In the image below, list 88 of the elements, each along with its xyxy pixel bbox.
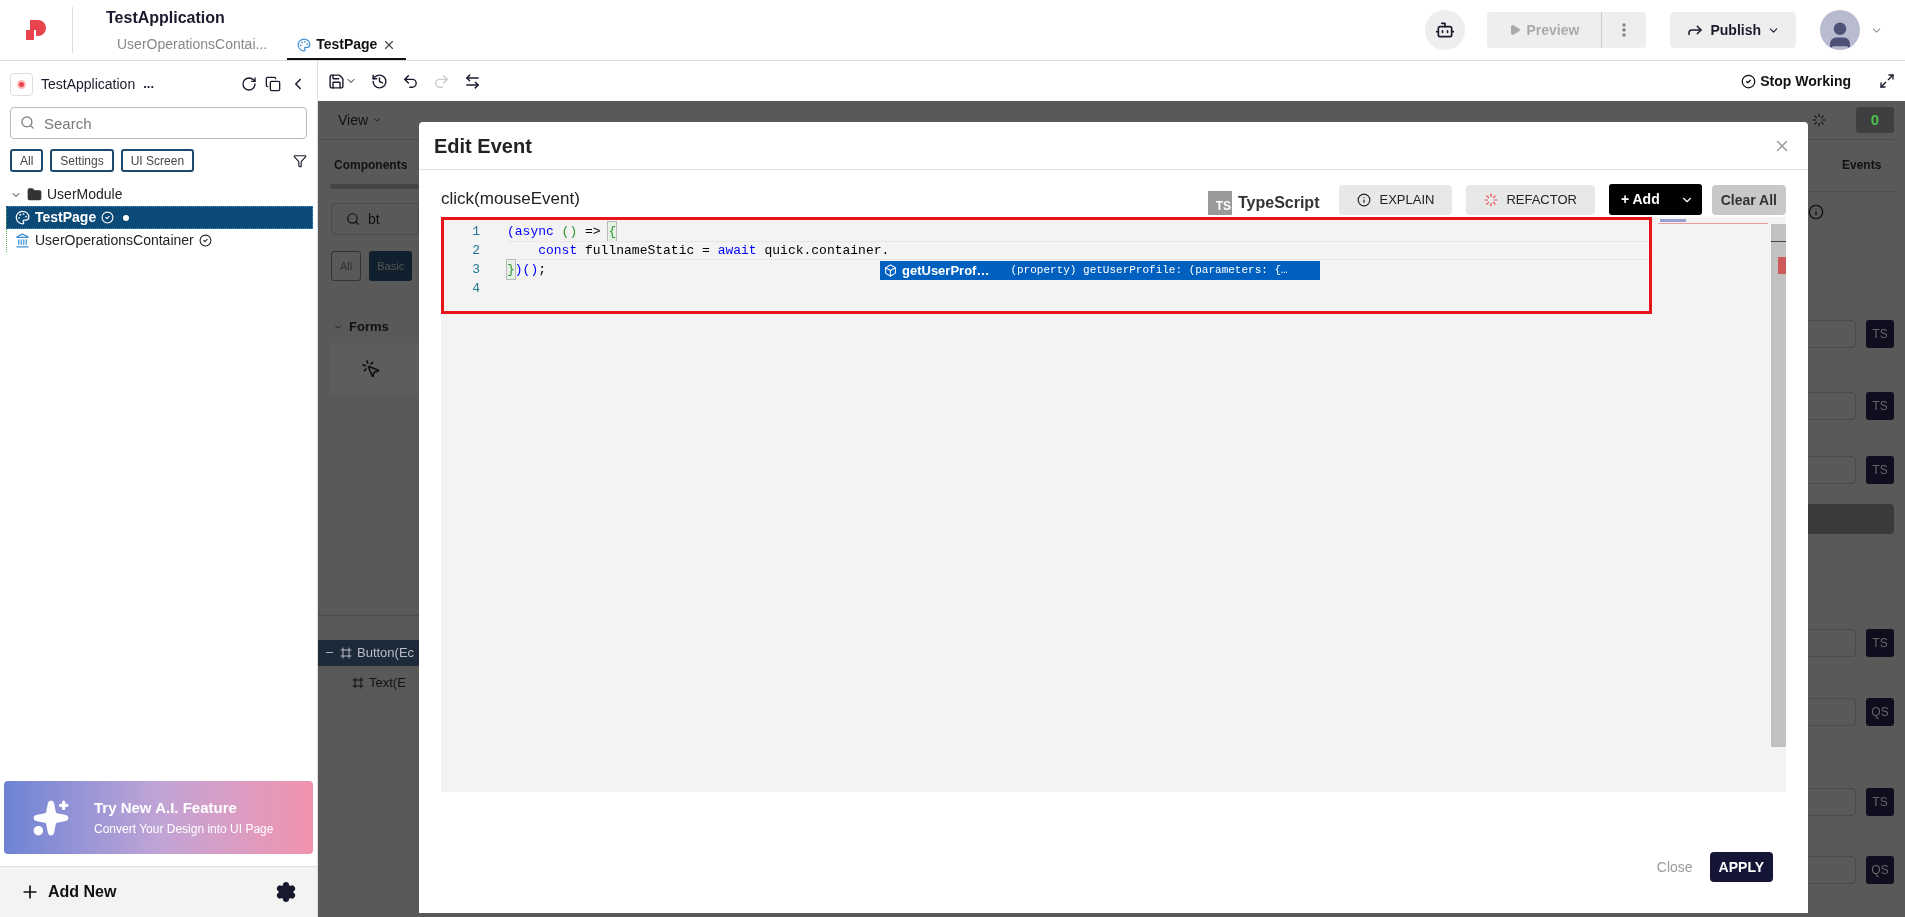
refresh-icon[interactable] [241,76,257,92]
robot-icon [1434,20,1455,40]
swap-icon[interactable] [464,72,481,90]
event-signature: click(mouseEvent) [441,187,580,210]
type-badge: TS [1866,456,1894,484]
counter-badge: 0 [1856,107,1894,133]
tree-item[interactable]: UserModule [4,183,313,206]
folder-icon [27,187,42,202]
property-icon [884,264,897,277]
ts-badge: TS [1207,191,1232,215]
tree-label: UserModule [47,185,123,204]
history-icon[interactable] [371,72,388,90]
code-line: const fullnameStatic = await quick.container. [507,241,1649,260]
page-tab[interactable]: UserOperationsContai... [107,31,278,60]
type-badge: TS [1866,788,1894,816]
apply-button[interactable]: APPLY [1709,852,1773,882]
expand-icon[interactable] [1879,73,1895,89]
app-icon [10,72,33,96]
line-number: 4 [471,279,480,298]
building-icon [15,233,30,248]
type-badge: QS [1866,698,1894,726]
play-icon [1508,24,1521,36]
autocomplete-suggestion[interactable]: getUserProf… (property) getUserProfile: (parameters: {… [880,261,1320,280]
copy-icon[interactable] [265,76,281,92]
search-field[interactable]: Search [10,107,307,139]
input-field[interactable] [1808,856,1856,884]
input-field[interactable] [1808,392,1856,420]
filter-chip[interactable]: All [10,149,44,172]
publish-button[interactable]: Publish [1670,12,1796,48]
filter-icon[interactable] [293,153,307,168]
line-number: 3 [471,260,480,279]
clear-all-button[interactable]: Clear All [1711,185,1786,215]
more-menu[interactable]: ... [143,74,154,94]
dialog-title: Edit Event [434,133,532,159]
input-field[interactable] [1808,698,1856,726]
check-icon [101,211,115,224]
search-icon [346,212,360,226]
code-line: (async () => { [507,222,617,241]
tree-item[interactable]: UserOperationsContainer [6,229,313,252]
frame-icon [352,676,364,689]
type-badge: TS [1866,629,1894,657]
button-component-icon [361,358,381,379]
info-icon [1808,204,1824,220]
refactor-icon [1484,193,1499,207]
info-icon [1357,193,1372,207]
filter-chip[interactable]: UI Screen [120,149,195,172]
logo-icon [24,18,48,42]
check-icon [1741,73,1757,89]
line-number: 1 [471,222,480,241]
palette-icon [297,37,312,52]
type-badge: TS [1866,320,1894,348]
avatar[interactable] [1820,10,1860,50]
app-name: TestApplication [41,74,136,94]
palette-icon [15,210,30,225]
sparkles-icon [32,798,70,837]
save-icon[interactable] [328,72,345,90]
language-label: TypeScript [1237,193,1320,213]
input-field[interactable] [1808,320,1856,348]
page-tab[interactable]: TestPage [287,31,407,60]
refactor-button[interactable]: REFACTOR [1466,185,1595,215]
frame-icon [340,646,352,659]
input-field[interactable] [1808,456,1856,484]
robot-button[interactable] [1424,10,1465,50]
type-badge: QS [1866,856,1894,884]
check-icon [198,234,212,247]
ai-card-subtitle: Convert Your Design into UI Page [94,820,274,838]
app-title: TestApplication [106,8,226,28]
loader-icon[interactable] [1812,113,1826,127]
input-field[interactable] [1808,629,1856,657]
caret-icon [372,115,383,125]
add-new-button[interactable]: Add New [20,880,117,904]
outline-item[interactable]: Button(Ec [318,639,419,666]
section-title: Forms [349,318,389,336]
undo-icon[interactable] [402,72,419,90]
filter-chip[interactable]: Settings [50,149,114,172]
stop-working-button[interactable]: Stop Working [1741,70,1851,92]
code-line: })(); [507,260,547,279]
explain-button[interactable]: EXPLAIN [1339,185,1453,215]
more-icon [1622,23,1627,37]
tree-label: TestPage [35,208,97,227]
search-icon [20,115,35,130]
tree-item[interactable]: TestPage [6,206,313,229]
tree-label: UserOperationsContainer [35,231,194,250]
code-editor[interactable]: 1 (async () => { 2 const fullnameStatic = await quick.container. 3 })(); 4 getUserProf… (property) getUserProfile: (parameters: {… [441,217,1786,792]
line-number: 2 [471,241,480,260]
input-field[interactable] [1808,788,1856,816]
type-badge: TS [1866,392,1894,420]
ai-card-title: Try New A.I. Feature [94,798,238,819]
